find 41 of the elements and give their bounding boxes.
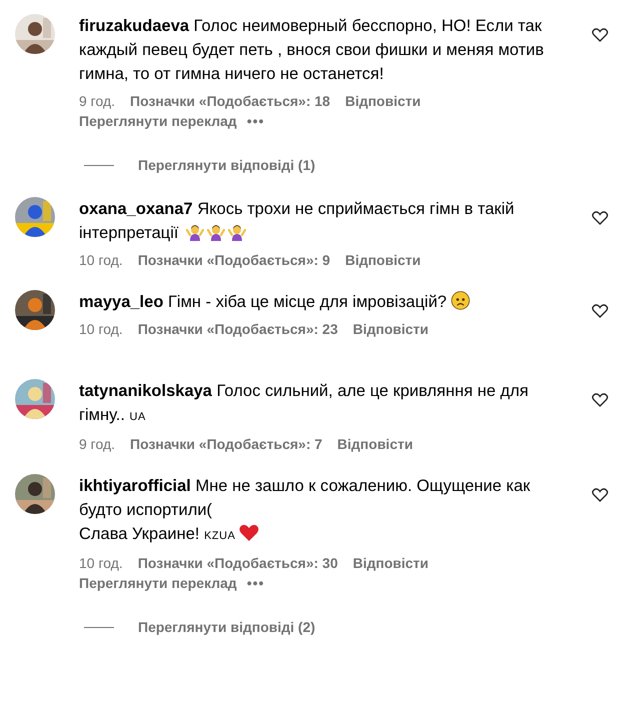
comment-text: tatynanikolskaya Голос сильний, але це кривляння не для гімну.. UA — [79, 381, 530, 426]
comment-text: mayya_leo Гімн - хіба це місце для імровізацій? — [79, 290, 547, 314]
heart-emoji-icon — [239, 524, 260, 542]
username-link[interactable]: mayya_leo — [79, 293, 164, 311]
like-heart-icon[interactable] — [592, 304, 608, 318]
time-text: 10 год. — [79, 252, 123, 268]
more-button[interactable]: ••• — [246, 113, 265, 129]
time-text: 10 год. — [79, 555, 123, 571]
username-link[interactable]: ikhtiyarofficial — [79, 477, 191, 495]
likes-link[interactable]: Позначки «Подобається»: 23 — [138, 321, 338, 337]
username-link[interactable]: oxana_oxana7 — [79, 200, 193, 218]
shrug-emoji-icon — [228, 223, 246, 241]
more-button[interactable]: ••• — [246, 575, 265, 591]
likes-link[interactable]: Позначки «Подобається»: 9 — [138, 252, 330, 268]
like-heart-icon[interactable] — [592, 488, 608, 502]
shrug-emoji-icon — [186, 223, 204, 241]
sad-face-emoji-icon — [451, 291, 470, 310]
like-heart-icon[interactable] — [592, 211, 608, 225]
comment-text: oxana_oxana7 Якось трохи не сприймається гімн в такій інтерпретації — [79, 199, 516, 244]
time-text: 9 год. — [79, 93, 116, 109]
comment-text: ikhtiyarofficial Мне не зашло к сожалению. Ощущение как будто испортили( Слава Украине! KZUA — [79, 476, 532, 545]
comment-text: firuzakudaeva Голос неимоверный бесспорно, НО! Если так каждый певец будет петь , внося свои фишки и меняя мотив гимна, то от гимна ничего не останется! — [79, 16, 545, 85]
reply-button[interactable]: Відповісти — [345, 252, 421, 268]
username-link[interactable]: tatynanikolskaya — [79, 382, 212, 400]
shrug-emoji-icon — [207, 223, 226, 241]
username-link[interactable]: firuzakudaeva — [79, 17, 190, 35]
reply-button[interactable]: Відповісти — [352, 555, 429, 571]
reply-button[interactable]: Відповісти — [352, 321, 429, 337]
view-replies-button[interactable]: Переглянути відповіді (2) — [138, 619, 316, 635]
reply-button[interactable]: Відповісти — [345, 93, 421, 109]
view-replies-button[interactable]: Переглянути відповіді (1) — [138, 157, 316, 173]
like-heart-icon[interactable] — [592, 393, 608, 407]
translate-button[interactable]: Переглянути переклад — [79, 575, 237, 591]
translate-button[interactable]: Переглянути переклад — [79, 113, 237, 129]
like-heart-icon[interactable] — [592, 28, 608, 42]
reply-button[interactable]: Відповісти — [337, 436, 413, 452]
likes-link[interactable]: Позначки «Подобається»: 30 — [138, 555, 338, 571]
likes-link[interactable]: Позначки «Подобається»: 18 — [130, 93, 330, 109]
time-text: 10 год. — [79, 321, 123, 337]
likes-link[interactable]: Позначки «Подобається»: 7 — [130, 436, 322, 452]
time-text: 9 год. — [79, 436, 116, 452]
